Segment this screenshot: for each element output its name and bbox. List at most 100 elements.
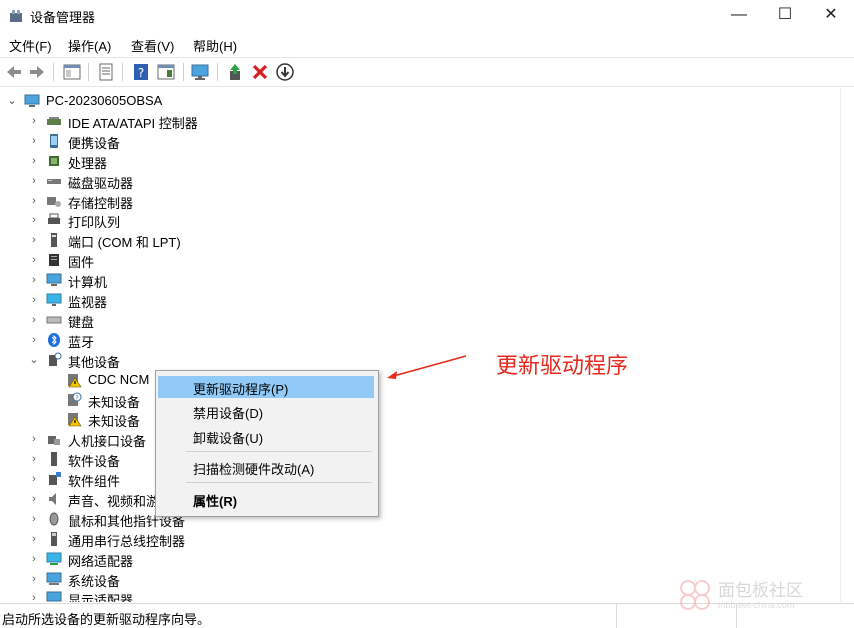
warning-device-icon — [68, 374, 82, 388]
ctx-disable-device[interactable]: 禁用设备(D) — [158, 400, 374, 422]
close-button[interactable]: ✕ — [808, 0, 854, 32]
chevron-down-icon[interactable]: ⌄ — [28, 353, 40, 367]
annotation-arrow — [387, 355, 467, 379]
device-tree[interactable]: ⌄ PC-20230605OBSA › IDE ATA/ATAPI 控制器 › 便携设… — [0, 88, 840, 602]
uninstall-icon[interactable] — [250, 62, 270, 82]
status-pane-divider — [616, 604, 617, 628]
chevron-right-icon[interactable]: › — [28, 591, 40, 602]
chevron-right-icon[interactable]: › — [28, 134, 40, 148]
usb-icon — [51, 532, 57, 546]
properties-icon[interactable] — [62, 62, 82, 82]
ctx-update-driver[interactable]: 更新驱动程序(P) — [158, 376, 374, 398]
menu-view[interactable]: 查看(V) — [131, 36, 174, 55]
warning-device-icon — [68, 413, 82, 427]
chevron-right-icon[interactable]: › — [28, 572, 40, 586]
menu-file[interactable]: 文件(F) — [9, 36, 52, 55]
tree-item-label: 人机接口设备 — [68, 434, 147, 449]
toolbar-separator — [53, 63, 54, 81]
chevron-right-icon[interactable]: › — [28, 293, 40, 307]
chevron-right-icon[interactable]: › — [28, 233, 40, 247]
storage-icon — [47, 197, 61, 207]
tree-item[interactable]: › 固件 — [0, 250, 840, 270]
unknown-device-icon: ? — [68, 392, 82, 406]
other-device-icon — [49, 352, 62, 366]
update-driver-icon[interactable] — [225, 62, 245, 82]
tree-item-label: 处理器 — [68, 156, 108, 171]
chevron-right-icon[interactable]: › — [28, 253, 40, 267]
tree-item[interactable]: › 计算机 — [0, 270, 840, 290]
monitor-icon[interactable] — [190, 62, 210, 82]
tree-item[interactable]: › 便携设备 — [0, 131, 840, 151]
svg-text:?: ? — [138, 66, 144, 80]
tree-item[interactable]: › 打印队列 — [0, 210, 840, 230]
tree-item-label: 便携设备 — [68, 136, 121, 151]
ctx-uninstall-device[interactable]: 卸载设备(U) — [158, 425, 374, 447]
chevron-right-icon[interactable]: › — [28, 273, 40, 287]
tree-item[interactable]: › 声音、视频和游 — [0, 489, 840, 509]
sound-icon — [49, 493, 56, 505]
chevron-right-icon[interactable]: › — [28, 154, 40, 168]
menu-help[interactable]: 帮助(H) — [193, 36, 237, 55]
tree-item[interactable]: › 网络适配器 — [0, 549, 840, 569]
firmware-icon — [49, 254, 59, 266]
chevron-right-icon[interactable]: › — [28, 213, 40, 227]
download-icon[interactable] — [275, 62, 295, 82]
chevron-right-icon[interactable]: › — [28, 472, 40, 486]
chevron-right-icon[interactable]: › — [28, 333, 40, 347]
tree-item[interactable]: › 人机接口设备 — [0, 429, 840, 449]
back-icon[interactable] — [4, 62, 24, 82]
tree-item[interactable]: › 软件组件 — [0, 469, 840, 489]
tree-root[interactable]: ⌄ PC-20230605OBSA — [0, 91, 840, 111]
tree-item[interactable]: › IDE ATA/ATAPI 控制器 — [0, 111, 840, 131]
vertical-scrollbar[interactable] — [840, 88, 854, 602]
tree-item[interactable]: › 鼠标和其他指针设备 — [0, 509, 840, 529]
tree-item[interactable]: › 通用串行总线控制器 — [0, 529, 840, 549]
port-icon — [51, 233, 57, 247]
chevron-right-icon[interactable]: › — [28, 532, 40, 546]
menu-bar: 文件(F) 操作(A) 查看(V) 帮助(H) — [0, 34, 854, 56]
ctx-properties[interactable]: 属性(R) — [158, 488, 374, 510]
chevron-right-icon[interactable]: › — [28, 114, 40, 128]
tree-item[interactable]: › 监视器 — [0, 290, 840, 310]
keyboard-icon — [46, 316, 62, 324]
tree-item-label: 计算机 — [68, 275, 108, 290]
minimize-button[interactable]: — — [716, 0, 762, 32]
maximize-button[interactable]: ☐ — [762, 0, 808, 32]
status-text: 启动所选设备的更新驱动程序向导。 — [2, 612, 211, 627]
software-component-icon — [49, 472, 61, 485]
chevron-right-icon[interactable]: › — [28, 492, 40, 506]
tree-item[interactable]: › 磁盘驱动器 — [0, 171, 840, 191]
display-icon — [46, 591, 62, 602]
chevron-right-icon[interactable]: › — [28, 432, 40, 446]
ide-icon — [47, 117, 61, 125]
chevron-down-icon[interactable]: ⌄ — [6, 94, 18, 108]
chevron-right-icon[interactable]: › — [28, 194, 40, 208]
ctx-separator — [186, 482, 372, 483]
tree-item-label: 磁盘驱动器 — [68, 176, 134, 191]
tree-child-item[interactable]: 未知设备 — [0, 409, 840, 429]
chevron-right-icon[interactable]: › — [28, 512, 40, 526]
tree-item[interactable]: › 软件设备 — [0, 449, 840, 469]
chevron-right-icon[interactable]: › — [28, 552, 40, 566]
forward-icon[interactable] — [27, 62, 47, 82]
device-manager-app-icon — [10, 10, 22, 22]
help-icon[interactable]: ? — [131, 62, 151, 82]
tree-item[interactable]: › 蓝牙 — [0, 330, 840, 350]
chevron-right-icon[interactable]: › — [28, 452, 40, 466]
chevron-right-icon[interactable]: › — [28, 313, 40, 327]
tree-item-label: CDC NCM — [88, 372, 150, 387]
tree-item[interactable]: › 存储控制器 — [0, 191, 840, 211]
window-title: 设备管理器 — [30, 10, 96, 25]
ctx-scan-hardware[interactable]: 扫描检测硬件改动(A) — [158, 456, 374, 478]
chevron-right-icon[interactable]: › — [28, 174, 40, 188]
tree-item[interactable]: › 处理器 — [0, 151, 840, 171]
watermark-subtitle: mbb.eet-china.com — [718, 600, 795, 610]
view-icon[interactable] — [156, 62, 176, 82]
menu-action[interactable]: 操作(A) — [68, 36, 111, 55]
document-icon[interactable] — [96, 62, 116, 82]
computer-icon — [24, 94, 40, 107]
tree-item[interactable]: › 端口 (COM 和 LPT) — [0, 230, 840, 250]
toolbar-separator — [217, 63, 218, 81]
tree-item[interactable]: › 键盘 — [0, 310, 840, 330]
tree-child-item[interactable]: ? 未知设备 — [0, 390, 840, 410]
